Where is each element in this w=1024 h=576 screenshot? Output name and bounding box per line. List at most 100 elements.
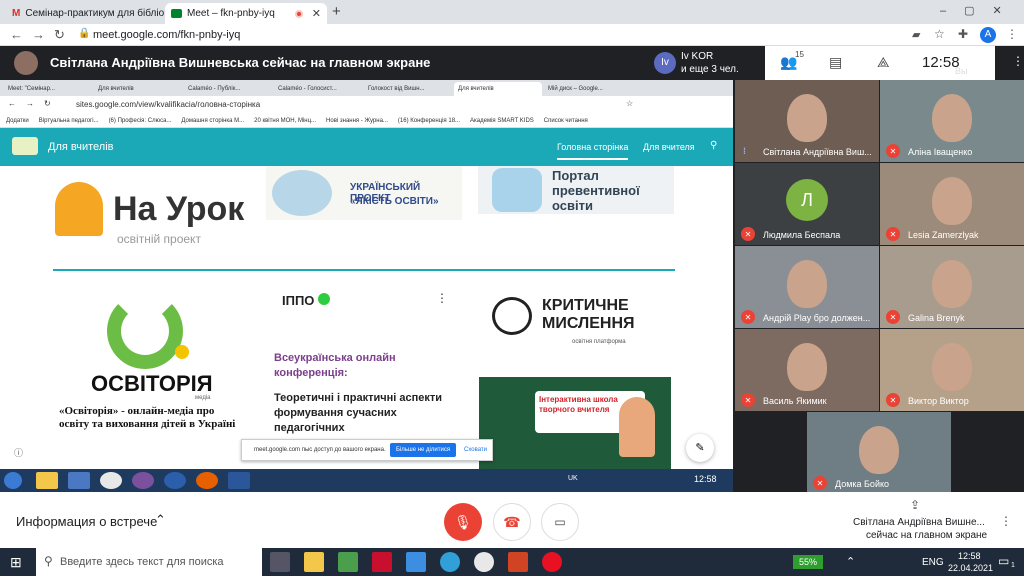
screen-share-notice: meet.google.com пыс доступ до вашого екр… [241, 439, 493, 461]
presenter-line2: сейчас на главном экране [866, 530, 988, 541]
lock-icon: 🔒 [78, 28, 91, 39]
reload-icon[interactable]: ↻ [54, 27, 65, 43]
battery-indicator: 55% [793, 555, 823, 569]
chevron-up-icon[interactable]: ⌃ [155, 512, 166, 528]
participant-tile[interactable]: ✕ Домка Бойко [807, 412, 951, 494]
task-view-icon[interactable] [270, 552, 290, 572]
card-menu-icon: ⋮ [436, 291, 448, 305]
chat-icon[interactable]: ▤ [829, 54, 842, 71]
inner-start-icon [4, 472, 22, 489]
camera-icon[interactable]: ▰ [912, 28, 920, 41]
notifications-icon[interactable]: ▭ [998, 554, 1009, 568]
osvitoria-logo-text: ОСВІТОРІЯ [91, 371, 213, 396]
participant-tile[interactable]: ✕ Андрій Play бро должен... [735, 246, 879, 328]
participant-video [932, 94, 972, 142]
participant-avatar: Л [786, 179, 828, 221]
mic-muted-icon: ✕ [886, 227, 900, 241]
windows-start-icon[interactable]: ⊞ [10, 554, 22, 571]
present-icon[interactable]: ⇪ [910, 498, 920, 512]
tray-chevron-icon[interactable]: ⌃ [846, 555, 855, 568]
portal-text: Портал превентивної освіти [552, 168, 640, 213]
portal-line1: Портал [552, 168, 599, 183]
mcafee-icon[interactable] [372, 552, 392, 572]
menu-icon[interactable]: ⋮ [1006, 27, 1018, 41]
teacher-illustration [619, 397, 655, 457]
inner-bookmarks-bar: Додатки Віртуальна педагогі... (6) Професі… [0, 114, 733, 128]
inner-tab: Голокост від Вишн... [364, 82, 452, 96]
participant-video [932, 177, 972, 225]
participant-tile[interactable]: Л ✕ Людмила Беспала [735, 163, 879, 245]
site-search-icon: ⚲ [710, 140, 718, 151]
profile-avatar[interactable]: A [980, 27, 996, 43]
participant-tile[interactable]: ✕ Galina Brenyk [880, 246, 1024, 328]
back-icon[interactable]: ← [10, 27, 23, 42]
taskbar-search-input[interactable]: Введите здесь текст для поиска [60, 556, 224, 568]
camera-toggle-button[interactable]: ▭ [541, 503, 579, 541]
forward-icon[interactable]: → [32, 27, 45, 42]
site-header: Для вчителів Головна сторінка Для вчител… [0, 128, 733, 166]
search-icon: ⚲ [44, 554, 53, 568]
participant-video [932, 260, 972, 308]
inner-tab-strip: Meet: "Семінар... Для вчителів Calaméo - П… [0, 80, 733, 96]
naurok-logo: На Урок освітній проект [55, 176, 255, 256]
participant-tile[interactable]: ⁞ Світлана Андріївна Виш... [735, 80, 879, 162]
naurok-sub: освітній проект [117, 232, 201, 246]
osvitoria-dot-icon [175, 345, 189, 359]
people-count: 15 [795, 50, 804, 59]
inner-tab-label: Мій диск – Google... [548, 86, 603, 92]
participant-tile[interactable]: ✕ Василь Якимик [735, 329, 879, 411]
activities-icon[interactable]: ⟁ [877, 54, 890, 71]
site-nav-teachers: Для вчителя [643, 142, 695, 152]
window-controls[interactable]: –▢✕ [940, 4, 1020, 17]
mic-muted-icon: ✕ [741, 393, 755, 407]
info-icon: ⓘ [14, 448, 24, 458]
more-icon[interactable]: ⋮ [1012, 54, 1024, 68]
browser-tab-meet[interactable]: Meet – fkn-pnby-iyq ✕ [165, 3, 327, 24]
mic-muted-icon: ✕ [886, 393, 900, 407]
school-card: Інтерактивна школа творчого вчителя [479, 377, 671, 470]
extensions-icon[interactable]: ✚ [958, 27, 968, 41]
participant-video [859, 426, 899, 474]
new-tab-button[interactable]: + [332, 3, 341, 20]
opera-icon[interactable] [542, 552, 562, 572]
star-icon[interactable]: ☆ [934, 27, 945, 41]
chrome-taskbar-icon[interactable] [474, 552, 494, 572]
participant-tile[interactable]: ✕ Аліна Іващенко [880, 80, 1024, 162]
taskbar-search[interactable]: ⚲ Введите здесь текст для поиска [36, 548, 262, 576]
bookmark-item: Академія SMART KIDS [470, 118, 534, 124]
speaking-icon: ⁞ [743, 146, 746, 156]
participant-tile[interactable]: ✕ Виктор Виктор [880, 329, 1024, 411]
meet-top-bar: Світлана Андріївна Вишневська сейчас на … [0, 46, 1024, 80]
meet-bottom-bar: Информация о встрече ⌃ 🎙 ☎ ▭ ⇪ Світлана … [0, 492, 1024, 548]
leave-call-button[interactable]: ☎ [493, 503, 531, 541]
mic-muted-icon: ✕ [741, 227, 755, 241]
close-tab-icon[interactable]: ✕ [312, 7, 321, 20]
explorer-icon[interactable] [304, 552, 324, 572]
osvitoria-small: медіа [195, 395, 211, 401]
meeting-info-label[interactable]: Информация о встрече [16, 514, 157, 529]
edit-pencil-icon: ✎ [686, 434, 714, 462]
conference-card: ІППО ⋮ Всеукраїнська онлайн конференція:… [266, 287, 456, 492]
hide-notice-button: Сховати [464, 447, 488, 453]
tab-label: Семінар-практикум для бібліот [25, 8, 164, 19]
bookmark-item: Список читання [543, 118, 588, 124]
inner-tab-label: Meet: "Семінар... [8, 86, 55, 92]
bookmark-item: (16) Конференція 18... [397, 118, 461, 124]
browser-tab-gmail[interactable]: M Семінар-практикум для бібліот ✕ [6, 3, 164, 24]
powerpoint-icon[interactable] [508, 552, 528, 572]
participant-tile[interactable]: ✕ Lesia Zamerzlyak [880, 163, 1024, 245]
inner-back-icon: ← [8, 99, 16, 108]
inner-tab-label: Calaméo - Публік... [188, 86, 241, 92]
bottom-more-icon[interactable]: ⋮ [1000, 514, 1012, 528]
mic-toggle-button[interactable]: 🎙 [444, 503, 482, 541]
participant-name: Виктор Виктор [908, 396, 969, 406]
store-icon[interactable] [338, 552, 358, 572]
portal-banner: Портал превентивної освіти [478, 166, 674, 214]
edge-icon[interactable] [440, 552, 460, 572]
bookmark-item: (6) Професія: Слюса... [108, 118, 172, 124]
address-field[interactable]: meet.google.com/fkn-pnby-iyq [93, 29, 240, 41]
ippo-logo: ІППО [282, 293, 315, 308]
language-indicator[interactable]: ENG [922, 557, 944, 568]
mail-icon[interactable] [406, 552, 426, 572]
krytychne-line1: КРИТИЧНЕ [542, 297, 629, 314]
